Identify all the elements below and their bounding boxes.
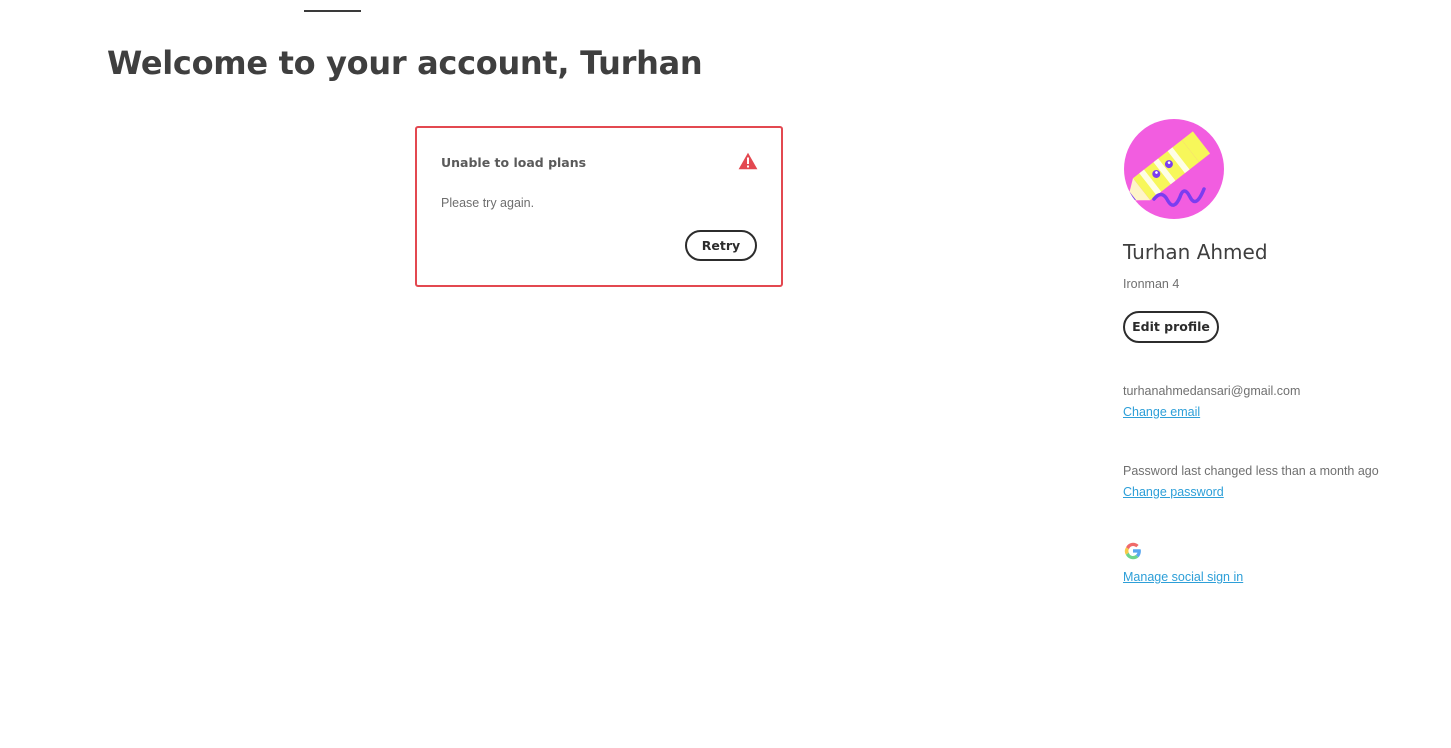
- error-title: Unable to load plans: [441, 155, 587, 170]
- change-password-link[interactable]: Change password: [1123, 485, 1224, 499]
- active-tab-indicator: [304, 10, 361, 12]
- edit-profile-button[interactable]: Edit profile: [1123, 311, 1219, 343]
- avatar: [1124, 119, 1224, 219]
- page-title: Welcome to your account, Turhan: [107, 44, 703, 82]
- pencil-avatar-icon: [1124, 119, 1224, 219]
- retry-button[interactable]: Retry: [685, 230, 757, 261]
- alert-triangle-icon: [738, 152, 758, 170]
- account-email: turhanahmedansari@gmail.com: [1123, 384, 1301, 398]
- plans-error-card: Unable to load plans Please try again. R…: [415, 126, 783, 287]
- profile-name: Turhan Ahmed: [1123, 240, 1268, 264]
- error-message: Please try again.: [441, 196, 535, 210]
- profile-subtitle: Ironman 4: [1123, 277, 1180, 291]
- change-email-link[interactable]: Change email: [1123, 405, 1200, 419]
- google-icon: [1124, 542, 1141, 560]
- password-status: Password last changed less than a month …: [1123, 464, 1379, 478]
- manage-social-sign-in-link[interactable]: Manage social sign in: [1123, 570, 1243, 584]
